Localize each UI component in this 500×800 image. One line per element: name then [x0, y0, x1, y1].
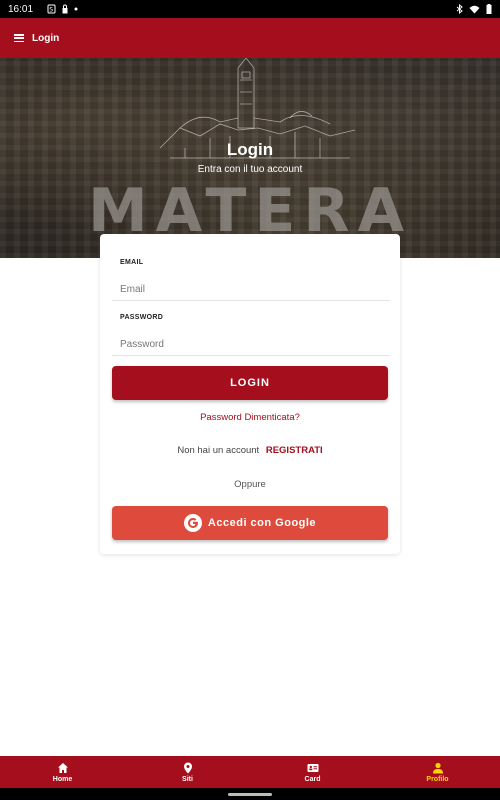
person-icon — [432, 762, 443, 773]
password-field[interactable] — [112, 334, 390, 356]
nav-card[interactable]: Card — [250, 756, 375, 788]
notification-dot-icon — [74, 7, 78, 11]
google-icon — [183, 514, 202, 532]
status-time: 16:01 — [8, 3, 34, 15]
nav-home-label: Home — [52, 775, 73, 783]
nav-profilo-label: Profilo — [426, 775, 449, 783]
signup-row: Non hai un account REGISTRATI — [100, 445, 400, 456]
login-card: EMAIL PASSWORD LOGIN Password Dimenticat… — [100, 234, 400, 554]
nav-home[interactable]: Home — [0, 756, 125, 788]
home-gesture-handle[interactable] — [228, 793, 272, 796]
battery-icon — [486, 4, 492, 14]
email-label: EMAIL — [120, 259, 144, 266]
id-card-icon — [307, 763, 318, 772]
hero-banner: MATERA Login Entra con il tuo account — [0, 58, 500, 258]
password-label: PASSWORD — [120, 314, 164, 321]
home-icon — [57, 762, 68, 773]
svg-text:S: S — [49, 7, 53, 14]
app-bar-title: Login — [32, 32, 60, 44]
hamburger-menu-icon[interactable] — [14, 34, 24, 42]
status-right — [456, 4, 492, 14]
or-divider-text: Oppure — [234, 479, 266, 490]
hero-subtitle: Entra con il tuo account — [197, 164, 303, 175]
nav-card-label: Card — [304, 775, 321, 783]
status-bar: 16:01 S — [0, 0, 500, 18]
lock-icon — [62, 4, 68, 14]
email-field[interactable] — [112, 279, 390, 301]
login-button[interactable]: LOGIN — [112, 366, 388, 400]
nav-siti[interactable]: Siti — [125, 756, 250, 788]
forgot-password-link[interactable]: Password Dimenticata? — [100, 412, 400, 423]
login-screen: 16:01 S Login MATERA Login Entra con il … — [0, 0, 500, 800]
bluetooth-icon — [456, 4, 463, 14]
app-bar: Login — [0, 18, 500, 58]
nav-profilo[interactable]: Profilo — [375, 756, 500, 788]
wifi-icon — [469, 5, 480, 13]
bottom-navigation: Home Siti Card Profilo — [0, 756, 500, 788]
map-pin-icon — [183, 762, 192, 773]
no-account-text: Non hai un account — [177, 445, 260, 456]
google-signin-button[interactable]: Accedi con Google — [112, 506, 388, 540]
status-left: 16:01 S — [8, 4, 78, 15]
register-link[interactable]: REGISTRATI — [266, 445, 323, 456]
google-button-label: Accedi con Google — [207, 517, 317, 529]
system-gesture-area — [0, 788, 500, 800]
hero-title: Login — [226, 140, 274, 159]
nav-siti-label: Siti — [182, 775, 193, 783]
sim-icon: S — [47, 4, 56, 14]
